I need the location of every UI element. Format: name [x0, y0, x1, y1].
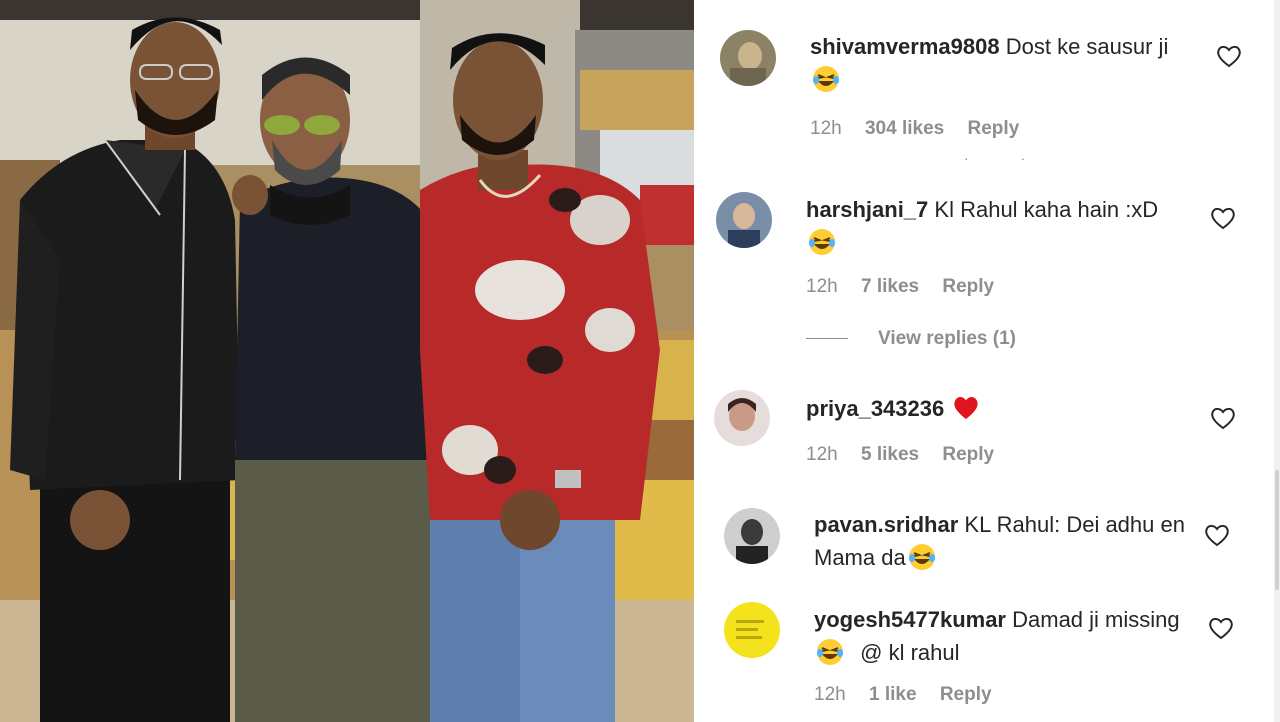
reply-button[interactable]: Reply [942, 276, 994, 297]
comments-panel: shivamverma9808 Dost ke sausur ji 12h 30… [694, 0, 1280, 722]
comment-text: priya_343236 [806, 392, 1186, 425]
avatar[interactable] [724, 602, 780, 658]
comment-time: 12h [806, 444, 838, 465]
like-heart-icon[interactable] [1216, 44, 1242, 68]
scrollbar[interactable] [1274, 0, 1280, 722]
comment-username[interactable]: priya_343236 [806, 396, 944, 421]
like-heart-icon[interactable] [1204, 523, 1230, 547]
comment-likes[interactable]: 304 likes [865, 118, 944, 139]
comment-text: shivamverma9808 Dost ke sausur ji [810, 30, 1190, 96]
comment-mention[interactable]: @ kl rahul [860, 640, 959, 665]
comment-meta: 12h 7 likes Reply [806, 276, 1012, 298]
comment-meta: 12h 5 likes Reply [806, 444, 1012, 466]
comment-meta: 12h 1 like Reply [814, 684, 1010, 706]
comment-meta: 12h 304 likes Reply [810, 118, 1037, 140]
replies-divider [806, 338, 848, 340]
avatar[interactable] [716, 192, 772, 248]
like-heart-icon[interactable] [1210, 206, 1236, 230]
comment-likes[interactable]: 1 like [869, 684, 917, 705]
comment-username[interactable]: shivamverma9808 [810, 34, 1000, 59]
laughing-emoji-icon [808, 228, 836, 256]
like-heart-icon[interactable] [1210, 406, 1236, 430]
reply-button[interactable]: Reply [968, 118, 1020, 139]
comment-body: Kl Rahul kaha hain :xD [934, 197, 1159, 222]
reply-button[interactable]: Reply [942, 444, 994, 465]
comment-text: yogesh5477kumar Damad ji missing @ kl ra… [814, 603, 1194, 669]
photo-illustration [0, 0, 694, 722]
comment-username[interactable]: harshjani_7 [806, 197, 928, 222]
comment-likes[interactable]: 7 likes [861, 276, 919, 297]
comment-time: 12h [810, 118, 842, 139]
laughing-emoji-icon [908, 543, 936, 571]
scrollbar-thumb[interactable] [1275, 470, 1279, 590]
comment-username[interactable]: pavan.sridhar [814, 512, 958, 537]
comment-text: pavan.sridhar KL Rahul: Dei adhu en Mama… [814, 508, 1194, 574]
view-replies-label: View replies (1) [878, 328, 1016, 349]
avatar[interactable] [724, 508, 780, 564]
avatar[interactable] [714, 390, 770, 446]
laughing-emoji-icon [812, 65, 840, 93]
comment-time: 12h [806, 276, 838, 297]
comment-username[interactable]: yogesh5477kumar [814, 607, 1006, 632]
avatar[interactable] [720, 30, 776, 86]
comment-body: Dost ke sausur ji [1005, 34, 1169, 59]
separator-dots: · · [964, 150, 1050, 166]
red-heart-emoji-icon [952, 394, 980, 422]
reply-button[interactable]: Reply [940, 684, 992, 705]
comment-text: harshjani_7 Kl Rahul kaha hain :xD [806, 193, 1166, 259]
comment-likes[interactable]: 5 likes [861, 444, 919, 465]
laughing-emoji-icon [816, 638, 844, 666]
post-photo [0, 0, 694, 722]
comment-time: 12h [814, 684, 846, 705]
comment-body: Damad ji missing [1012, 607, 1180, 632]
view-replies-button[interactable]: View replies (1) [806, 328, 1016, 350]
like-heart-icon[interactable] [1208, 616, 1234, 640]
